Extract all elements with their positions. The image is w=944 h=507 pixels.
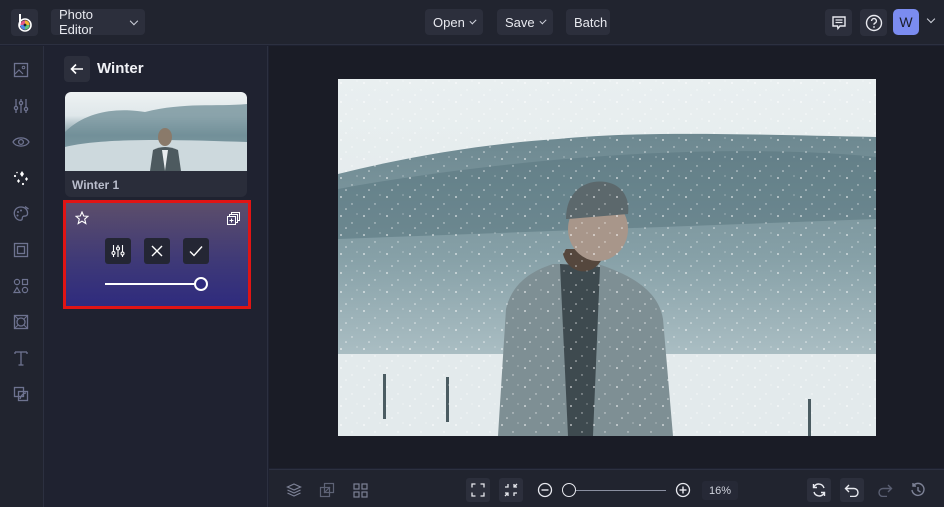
rail-item-graphics[interactable] — [11, 276, 31, 296]
adjust-icon — [13, 99, 29, 113]
expand-icon — [471, 483, 485, 497]
effect-preview-art — [65, 104, 247, 171]
effects-icon — [13, 171, 28, 186]
history-button[interactable] — [906, 478, 930, 502]
grid-button[interactable] — [348, 478, 372, 502]
edited-photo[interactable] — [338, 79, 876, 436]
refresh-icon — [812, 483, 826, 497]
zoom-value[interactable]: 16% — [702, 481, 738, 500]
star-icon[interactable] — [75, 211, 89, 225]
effect-thumbnail-label: Winter 1 — [72, 178, 120, 192]
duplicate-icon[interactable] — [227, 212, 240, 225]
image-icon — [13, 62, 29, 78]
top-bar: Photo Editor Open Save Batch W — [0, 0, 944, 45]
sliders-icon — [111, 245, 125, 257]
panel-title: Winter — [97, 60, 144, 77]
fit-screen-button[interactable] — [466, 478, 490, 502]
effect-preview-image — [65, 92, 247, 171]
photo-artwork — [338, 79, 876, 436]
batch-label: Batch — [574, 14, 608, 30]
shrink-icon — [504, 483, 518, 497]
compare-button[interactable] — [315, 478, 339, 502]
help-button[interactable] — [860, 9, 887, 36]
rail-item-overlays[interactable] — [11, 312, 31, 332]
chevron-down-icon — [469, 16, 477, 25]
grid-icon — [352, 482, 368, 498]
redo-icon — [878, 484, 893, 497]
bottom-toolbar: 16% — [269, 469, 944, 507]
layers-icon — [286, 483, 302, 497]
effect-controls-card — [63, 200, 251, 309]
save-label: Save — [505, 14, 535, 30]
rail-item-frames[interactable] — [11, 240, 31, 260]
tool-rail — [0, 46, 44, 507]
avatar-initial: W — [899, 14, 913, 30]
layers-button[interactable] — [282, 478, 306, 502]
compare-icon — [319, 482, 335, 498]
effects-panel: Winter Winter 1 — [44, 46, 268, 507]
cancel-effect-button[interactable] — [144, 238, 170, 264]
app-menu-button[interactable]: Photo Editor — [51, 7, 145, 37]
arrow-left-icon — [70, 63, 83, 75]
text-icon — [14, 351, 28, 366]
undo-button[interactable] — [840, 478, 864, 502]
effect-settings-button[interactable] — [105, 238, 131, 264]
feedback-button[interactable] — [825, 9, 852, 36]
account-chevron-icon[interactable] — [926, 14, 936, 24]
eye-icon — [12, 137, 30, 147]
effect-thumbnail-winter-1[interactable]: Winter 1 — [65, 92, 247, 197]
frame-icon — [13, 242, 29, 258]
app-logo[interactable] — [11, 9, 38, 36]
history-icon — [911, 482, 925, 496]
intensity-slider-track[interactable] — [105, 283, 201, 285]
zoom-slider-knob[interactable] — [562, 483, 576, 497]
feedback-icon — [831, 15, 846, 30]
artsy-icon — [13, 205, 29, 221]
zoom-in-button[interactable] — [671, 478, 695, 502]
open-label: Open — [433, 14, 465, 30]
chevron-down-icon — [539, 16, 547, 25]
rail-item-text[interactable] — [11, 348, 31, 368]
rail-item-artsy[interactable] — [11, 204, 31, 224]
chevron-down-icon — [130, 16, 139, 25]
overlay-icon — [13, 314, 29, 330]
redo-button[interactable] — [873, 478, 897, 502]
reset-button[interactable] — [807, 478, 831, 502]
actual-size-button[interactable] — [499, 478, 523, 502]
undo-icon — [844, 484, 859, 497]
intensity-slider-knob[interactable] — [194, 277, 208, 291]
minus-circle-icon — [537, 482, 553, 498]
help-icon — [865, 14, 882, 31]
rail-item-image[interactable] — [11, 60, 31, 80]
user-avatar[interactable]: W — [893, 9, 919, 35]
texture-icon — [13, 386, 29, 402]
zoom-out-button[interactable] — [533, 478, 557, 502]
open-button[interactable]: Open — [425, 9, 483, 35]
zoom-slider-track[interactable] — [574, 490, 666, 491]
apply-effect-button[interactable] — [183, 238, 209, 264]
app-menu-label: Photo Editor — [59, 7, 93, 37]
graphics-icon — [13, 278, 29, 294]
check-icon — [189, 246, 203, 257]
rail-item-textures[interactable] — [11, 384, 31, 404]
rail-item-touchup[interactable] — [11, 132, 31, 152]
logo-icon — [18, 14, 32, 32]
back-button[interactable] — [64, 56, 90, 82]
batch-button[interactable]: Batch — [566, 9, 610, 35]
save-button[interactable]: Save — [497, 9, 553, 35]
plus-circle-icon — [675, 482, 691, 498]
rail-item-adjust[interactable] — [11, 96, 31, 116]
rail-item-effects[interactable] — [11, 168, 31, 188]
close-icon — [151, 245, 163, 257]
